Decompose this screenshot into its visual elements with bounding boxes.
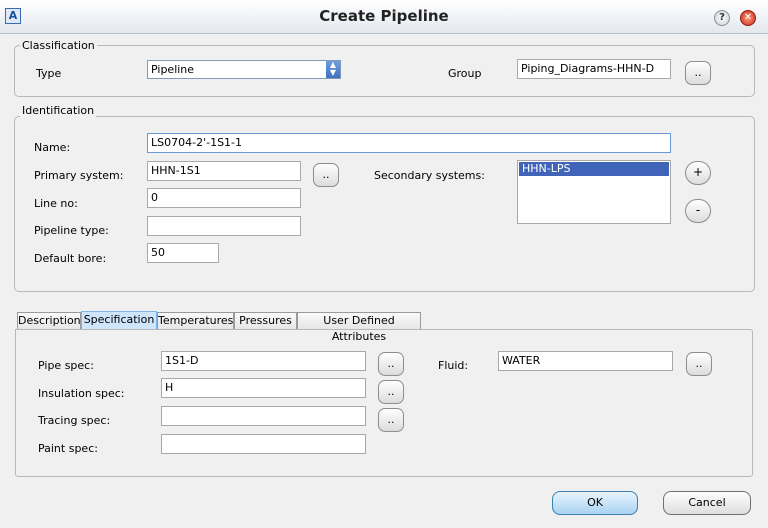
tab-specification[interactable]: Specification	[81, 311, 157, 329]
help-icon[interactable]: ?	[714, 10, 730, 26]
insulation-spec-label: Insulation spec:	[38, 387, 125, 400]
default-bore-label: Default bore:	[34, 252, 107, 265]
fluid-label: Fluid:	[438, 359, 469, 372]
tab-user-defined-attributes[interactable]: User Defined Attributes	[297, 312, 421, 343]
fluid-browse-button[interactable]: ..	[686, 352, 712, 376]
pipe-spec-label: Pipe spec:	[38, 359, 94, 372]
tracing-spec-label: Tracing spec:	[38, 414, 111, 427]
group-browse-button[interactable]: ..	[685, 61, 711, 85]
pipeline-type-label: Pipeline type:	[34, 224, 109, 237]
ok-button[interactable]: OK	[552, 491, 638, 515]
paint-spec-field[interactable]	[161, 434, 366, 454]
default-bore-field[interactable]: 50	[147, 243, 219, 263]
classification-legend: Classification	[20, 39, 97, 52]
pipeline-type-field[interactable]	[147, 216, 301, 236]
pipe-spec-browse-button[interactable]: ..	[378, 352, 404, 376]
select-arrows-icon: ▲ ▼	[326, 61, 340, 78]
name-field[interactable]: LS0704-2'-1S1-1	[147, 133, 671, 153]
tab-temperatures[interactable]: Temperatures	[157, 312, 234, 329]
fluid-field[interactable]: WATER	[498, 351, 673, 371]
insulation-spec-field[interactable]: H	[161, 378, 366, 398]
add-secondary-system-button[interactable]: +	[685, 161, 711, 185]
type-select-value: Pipeline	[151, 63, 195, 76]
insulation-spec-browse-button[interactable]: ..	[378, 380, 404, 404]
remove-secondary-system-button[interactable]: -	[685, 199, 711, 223]
identification-legend: Identification	[20, 104, 97, 117]
paint-spec-label: Paint spec:	[38, 442, 98, 455]
title-bar: A Create Pipeline ? ✕	[0, 0, 768, 34]
tab-pressures[interactable]: Pressures	[234, 312, 297, 329]
tracing-spec-browse-button[interactable]: ..	[378, 408, 404, 432]
primary-system-label: Primary system:	[34, 169, 124, 182]
name-label: Name:	[34, 141, 71, 154]
line-no-label: Line no:	[34, 197, 78, 210]
pipe-spec-field[interactable]: 1S1-D	[161, 351, 366, 371]
primary-system-field[interactable]: HHN-1S1	[147, 161, 301, 181]
type-select[interactable]: Pipeline ▲ ▼	[147, 60, 341, 79]
tracing-spec-field[interactable]	[161, 406, 366, 426]
tab-description[interactable]: Description	[17, 312, 81, 329]
window-title: Create Pipeline	[319, 7, 449, 25]
secondary-systems-label: Secondary systems:	[374, 169, 485, 182]
group-field[interactable]: Piping_Diagrams-HHN-D	[517, 59, 671, 79]
close-icon[interactable]: ✕	[740, 10, 756, 26]
cancel-button[interactable]: Cancel	[663, 491, 751, 515]
secondary-systems-list[interactable]: HHN-LPS	[517, 160, 671, 224]
list-item[interactable]: HHN-LPS	[519, 162, 669, 176]
group-label: Group	[448, 67, 482, 80]
line-no-field[interactable]: 0	[147, 188, 301, 208]
primary-system-browse-button[interactable]: ..	[313, 163, 339, 187]
type-label: Type	[36, 67, 62, 80]
